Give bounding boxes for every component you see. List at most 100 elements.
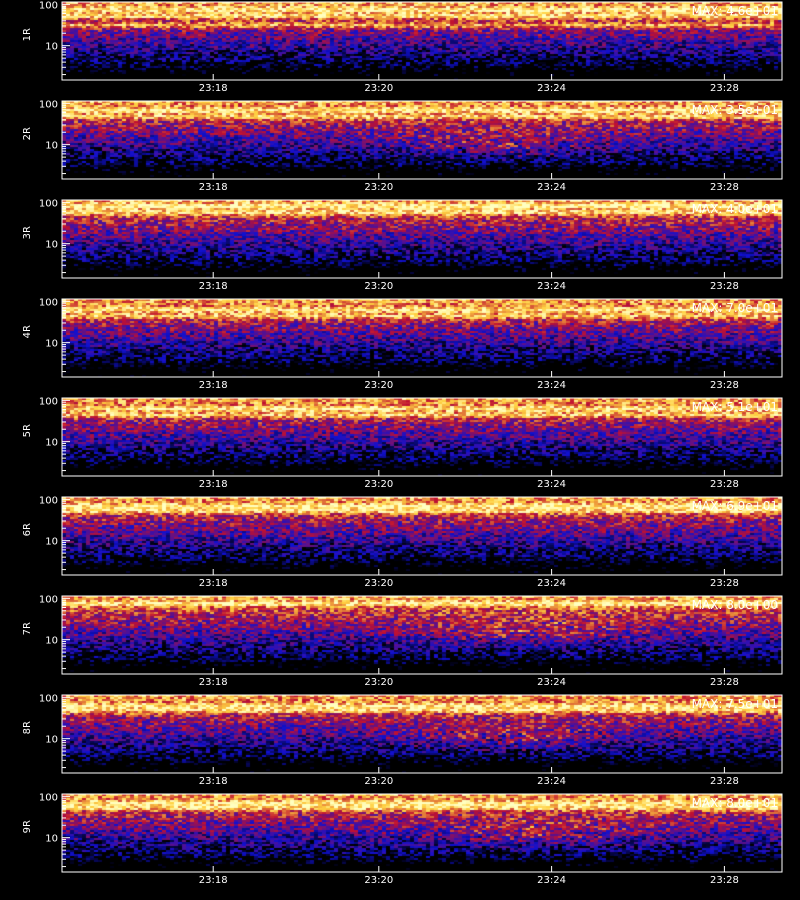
y-tick-label: 10: [45, 438, 58, 449]
y-tick-label: 10: [45, 141, 58, 152]
panel-6r: 100 10 23:18 23:20 23:24 23:28 6R MAX: 6.9e+01: [0, 495, 800, 595]
max-label: MAX: 7.0e+01: [692, 301, 778, 315]
y-axis-label: 2R: [22, 127, 33, 140]
y-tick-label: 10: [45, 339, 58, 350]
x-tick-label: 23:18: [199, 578, 228, 589]
max-label: MAX: 4.0e+01: [692, 202, 778, 216]
y-axis-label: 1R: [22, 28, 33, 41]
x-tick-label: 23:20: [364, 281, 393, 292]
x-tick-label: 23:28: [710, 380, 739, 391]
heatmap-image: [62, 299, 782, 377]
panel-svg: 100 10 23:18 23:20 23:24 23:28 8R MAX: 7.5e+01: [22, 693, 783, 787]
panel-svg: 100 10 23:18 23:20 23:24 23:28 6R MAX: 6.9e+01: [22, 495, 783, 589]
panel-svg: 100 10 23:18 23:20 23:24 23:28 7R MAX: 8.0e+00: [22, 594, 783, 688]
x-tick-label: 23:18: [199, 182, 228, 193]
panel-svg: 100 10 23:18 23:20 23:24 23:28 5R MAX: 5.1e+01: [22, 396, 783, 490]
panel-svg: 100 10 23:18 23:20 23:24 23:28 2R MAX: 3.5e+01: [22, 99, 783, 193]
x-tick-label: 23:24: [537, 479, 566, 490]
panel-9r: 100 10 23:18 23:20 23:24 23:28 9R MAX: 8.0e+01: [0, 792, 800, 892]
panel-8r: 100 10 23:18 23:20 23:24 23:28 8R MAX: 7.5e+01: [0, 693, 800, 793]
x-tick-label: 23:24: [537, 83, 566, 94]
panel-3r: 100 10 23:18 23:20 23:24 23:28 3R MAX: 4.0e+01: [0, 198, 800, 298]
y-tick-label: 100: [39, 693, 58, 704]
y-axis-label: 5R: [22, 424, 33, 437]
x-tick-label: 23:28: [710, 677, 739, 688]
x-tick-label: 23:18: [199, 83, 228, 94]
y-tick-label: 100: [39, 99, 58, 110]
x-tick-label: 23:20: [364, 578, 393, 589]
y-tick-label: 100: [39, 495, 58, 506]
y-axis-label: 9R: [22, 820, 33, 833]
x-tick-label: 23:24: [537, 380, 566, 391]
y-tick-label: 100: [39, 297, 58, 308]
panel-svg: 100 10 23:18 23:20 23:24 23:28 9R MAX: 8.0e+01: [22, 792, 783, 886]
y-tick-label: 100: [39, 198, 58, 209]
x-tick-label: 23:20: [364, 677, 393, 688]
panel-7r: 100 10 23:18 23:20 23:24 23:28 7R MAX: 8.0e+00: [0, 594, 800, 694]
y-axis-label: 8R: [22, 721, 33, 734]
max-label: MAX: 5.1e+01: [692, 400, 778, 414]
x-tick-label: 23:18: [199, 677, 228, 688]
y-tick-label: 100: [39, 792, 58, 803]
y-tick-label: 10: [45, 834, 58, 845]
x-tick-label: 23:28: [710, 479, 739, 490]
x-tick-label: 23:18: [199, 776, 228, 787]
x-tick-label: 23:28: [710, 281, 739, 292]
heatmap-image: [62, 596, 782, 674]
heatmap-image: [62, 2, 782, 80]
x-tick-label: 23:24: [537, 578, 566, 589]
y-tick-label: 10: [45, 537, 58, 548]
x-tick-label: 23:20: [364, 776, 393, 787]
x-tick-label: 23:28: [710, 578, 739, 589]
x-tick-label: 23:24: [537, 875, 566, 886]
panel-svg: 100 10 23:18 23:20 23:24 23:28 1R MAX: 4.6e+01: [22, 0, 783, 94]
x-tick-label: 23:18: [199, 281, 228, 292]
heatmap-image: [62, 101, 782, 179]
panel-svg: 100 10 23:18 23:20 23:24 23:28 4R MAX: 7.0e+01: [22, 297, 783, 391]
max-label: MAX: 4.6e+01: [692, 4, 778, 18]
x-tick-label: 23:24: [537, 182, 566, 193]
x-tick-label: 23:20: [364, 380, 393, 391]
panel-5r: 100 10 23:18 23:20 23:24 23:28 5R MAX: 5.1e+01: [0, 396, 800, 496]
heatmap-image: [62, 398, 782, 476]
y-tick-label: 100: [39, 0, 58, 11]
y-axis-label: 3R: [22, 226, 33, 239]
x-tick-label: 23:18: [199, 380, 228, 391]
x-tick-label: 23:24: [537, 281, 566, 292]
x-tick-label: 23:24: [537, 776, 566, 787]
y-tick-label: 100: [39, 396, 58, 407]
x-tick-label: 23:28: [710, 776, 739, 787]
heatmap-image: [62, 497, 782, 575]
panel-2r: 100 10 23:18 23:20 23:24 23:28 2R MAX: 3.5e+01: [0, 99, 800, 199]
x-tick-label: 23:20: [364, 83, 393, 94]
heatmap-image: [62, 794, 782, 872]
heatmap-image: [62, 695, 782, 773]
y-tick-label: 10: [45, 240, 58, 251]
x-tick-label: 23:20: [364, 875, 393, 886]
spectrogram-stack: 100 10 23:18 23:20 23:24 23:28 1R MAX: 4.6e+01 1…: [0, 0, 800, 900]
y-tick-label: 10: [45, 735, 58, 746]
max-label: MAX: 7.5e+01: [692, 697, 778, 711]
y-tick-label: 10: [45, 636, 58, 647]
max-label: MAX: 8.0e+01: [692, 796, 778, 810]
heatmap-image: [62, 200, 782, 278]
x-tick-label: 23:28: [710, 83, 739, 94]
x-tick-label: 23:18: [199, 875, 228, 886]
y-axis-label: 6R: [22, 523, 33, 536]
panel-1r: 100 10 23:18 23:20 23:24 23:28 1R MAX: 4.6e+01: [0, 0, 800, 100]
panel-svg: 100 10 23:18 23:20 23:24 23:28 3R MAX: 4.0e+01: [22, 198, 783, 292]
y-axis-label: 4R: [22, 325, 33, 338]
y-tick-label: 100: [39, 594, 58, 605]
x-tick-label: 23:28: [710, 182, 739, 193]
x-tick-label: 23:24: [537, 677, 566, 688]
max-label: MAX: 6.9e+01: [692, 499, 778, 513]
x-tick-label: 23:20: [364, 182, 393, 193]
x-tick-label: 23:18: [199, 479, 228, 490]
y-axis-label: 7R: [22, 622, 33, 635]
max-label: MAX: 8.0e+00: [692, 598, 778, 612]
panel-4r: 100 10 23:18 23:20 23:24 23:28 4R MAX: 7.0e+01: [0, 297, 800, 397]
max-label: MAX: 3.5e+01: [692, 103, 778, 117]
x-tick-label: 23:20: [364, 479, 393, 490]
x-tick-label: 23:28: [710, 875, 739, 886]
y-tick-label: 10: [45, 42, 58, 53]
